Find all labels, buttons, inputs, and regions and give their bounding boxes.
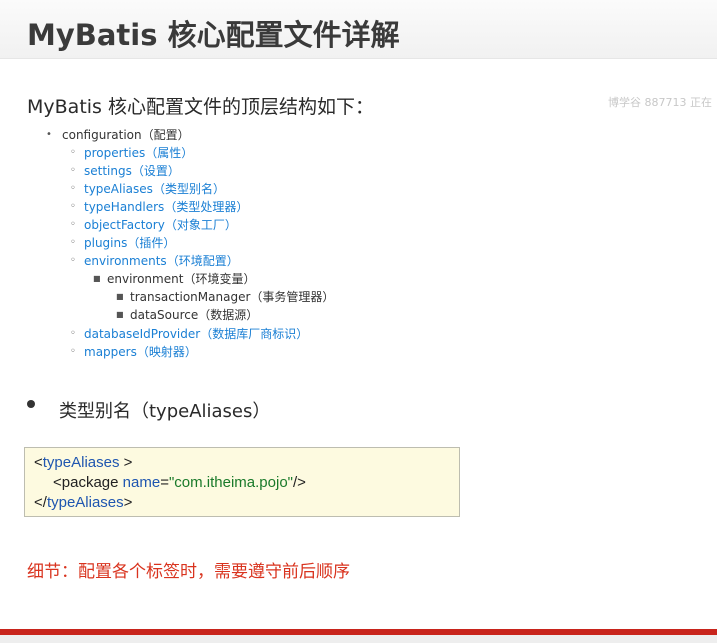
bullet-circle: ◦: [70, 346, 76, 357]
bullet-circle: ◦: [70, 165, 76, 176]
section-bullet: [27, 400, 35, 408]
bullet-circle: ◦: [70, 219, 76, 230]
subtitle: MyBatis 核心配置文件的顶层结构如下：: [27, 96, 374, 118]
page-title: MyBatis 核心配置文件详解: [27, 18, 400, 52]
bullet-circle: ◦: [70, 183, 76, 194]
bullet-circle: ◦: [70, 201, 76, 212]
bullet-circle: ◦: [70, 237, 76, 248]
watermark-text: 博学谷 887713 正在: [608, 96, 712, 109]
tree-item-typehandlers: typeHandlers（类型处理器）: [84, 200, 249, 214]
code-line-2: <package name="com.itheima.pojo"/>: [53, 474, 306, 491]
tree-item-typealiases: typeAliases（类型别名）: [84, 182, 225, 196]
tree-item-mappers: mappers（映射器）: [84, 345, 197, 359]
footer-shadow: [0, 635, 717, 643]
code-line-3: </typeAliases>: [34, 494, 133, 511]
bullet-circle: ◦: [70, 255, 76, 266]
detail-note: 细节：配置各个标签时，需要遵守前后顺序: [27, 562, 350, 582]
tree-item-settings: settings（设置）: [84, 164, 180, 178]
bullet-square: ■: [93, 274, 101, 283]
tree-item-configuration: configuration（配置）: [62, 128, 190, 142]
bullet-square: ■: [116, 310, 124, 319]
tree-item-plugins: plugins（插件）: [84, 236, 176, 250]
bullet-circle: ◦: [70, 328, 76, 339]
tree-item-transactionmanager: transactionManager（事务管理器）: [130, 290, 335, 304]
tree-item-databaseidprovider: databaseIdProvider（数据库厂商标识）: [84, 327, 309, 341]
code-line-1: <typeAliases >: [34, 454, 133, 471]
bullet-circle: ◦: [70, 147, 76, 158]
bullet-square: ■: [116, 292, 124, 301]
tree-item-properties: properties（属性）: [84, 146, 194, 160]
tree-item-datasource: dataSource（数据源）: [130, 308, 259, 322]
tree-item-objectfactory: objectFactory（对象工厂）: [84, 218, 237, 232]
section-heading: 类型别名（typeAliases）: [59, 401, 271, 422]
tree-item-environment: environment（环境变量）: [107, 272, 256, 286]
header-bar: MyBatis 核心配置文件详解: [0, 0, 717, 59]
bullet-dot: •: [46, 129, 52, 140]
tree-item-environments: environments（环境配置）: [84, 254, 239, 268]
code-block: <typeAliases > <package name="com.itheim…: [24, 447, 460, 517]
